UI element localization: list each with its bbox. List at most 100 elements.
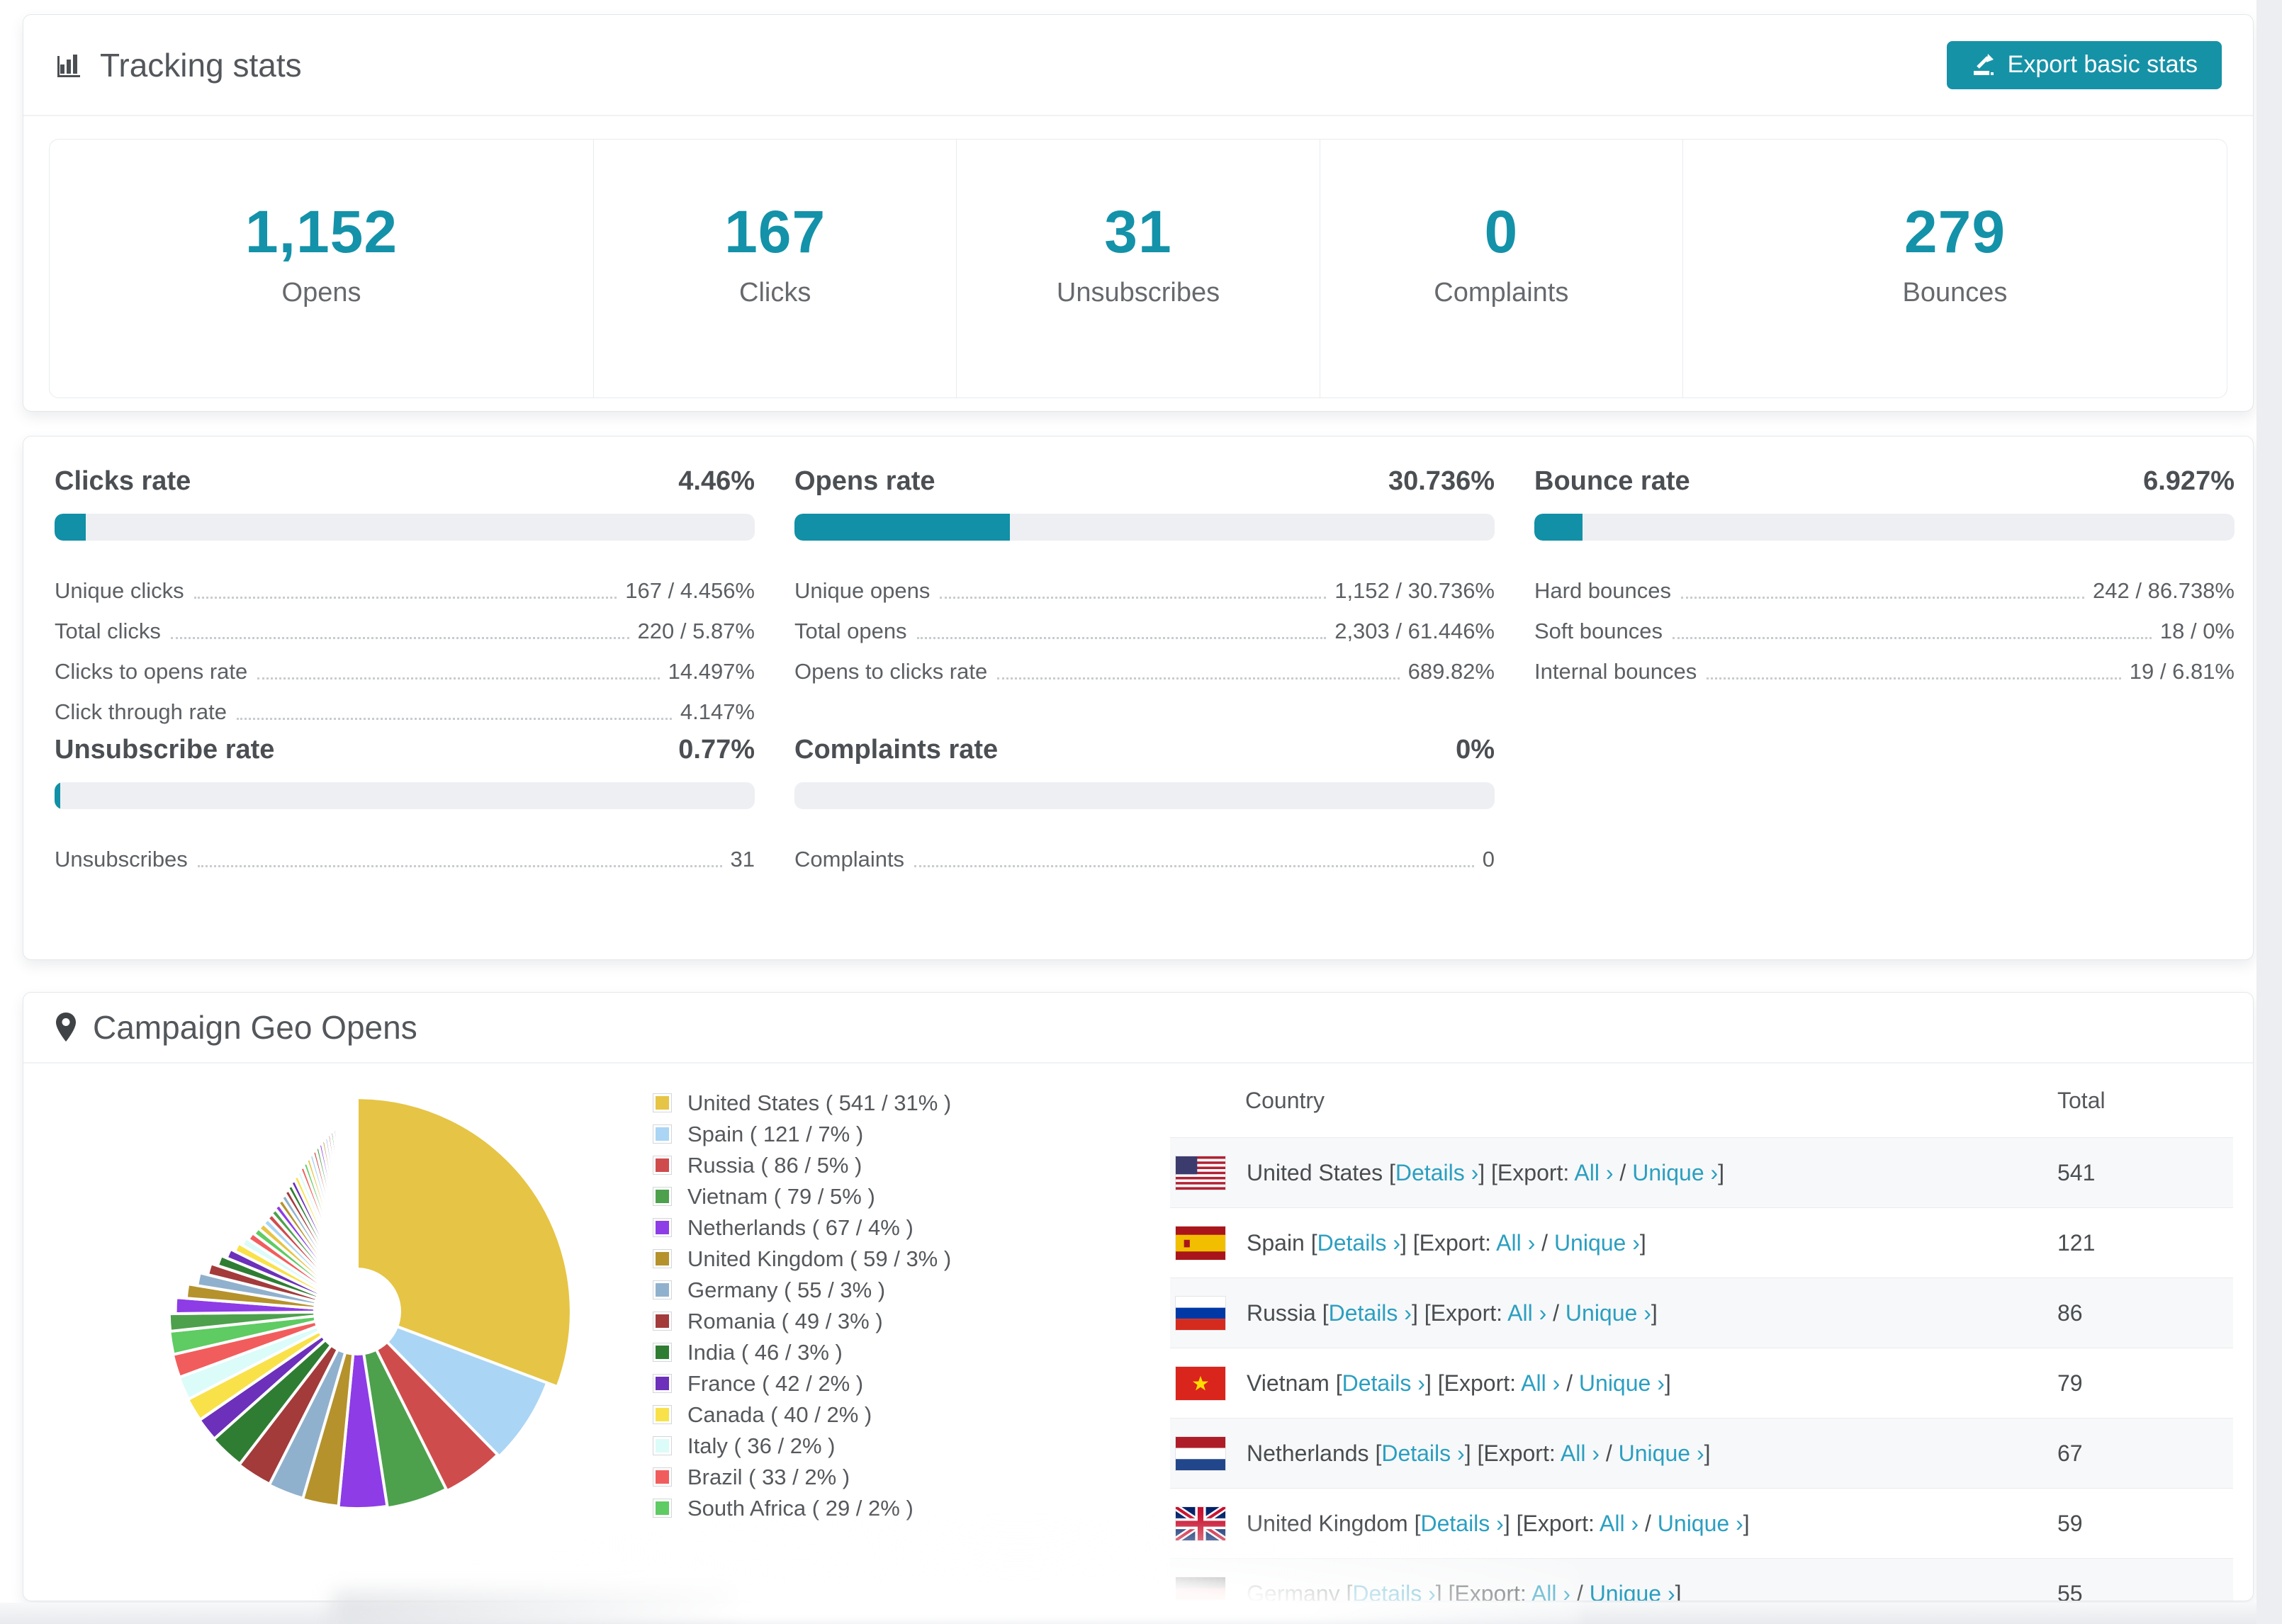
rate-value: 4.46% [678, 466, 755, 496]
flag-vn-icon [1176, 1366, 1225, 1400]
export-all-link[interactable]: All › [1561, 1440, 1600, 1466]
details-link[interactable]: Details › [1342, 1370, 1425, 1396]
legend-swatch [653, 1156, 672, 1175]
geo-table-row-ru: Russia [Details ›] [Export: All › / Uniq… [1170, 1278, 2233, 1348]
flag-gb-icon [1176, 1506, 1225, 1540]
dotted-leader [916, 637, 1327, 639]
details-link[interactable]: Details › [1381, 1440, 1464, 1466]
details-link[interactable]: Details › [1352, 1581, 1435, 1601]
export-unique-link[interactable]: Unique › [1566, 1300, 1651, 1326]
rate-value: 0% [1456, 735, 1495, 765]
legend-swatch [653, 1218, 672, 1237]
total-cell: 79 [2057, 1370, 2083, 1396]
campaign-geo-opens-card: Campaign Geo Opens United States ( 541 /… [23, 992, 2254, 1601]
rate-title: Complaints rate [794, 735, 999, 765]
rate-progress-bar [794, 782, 1495, 809]
rate-row-value: 2,303 / 61.446% [1334, 619, 1495, 643]
legend-label: Vietnam ( 79 / 5% ) [687, 1183, 875, 1209]
stat-label: Opens [281, 278, 361, 308]
pie-legend: United States ( 541 / 31% ) Spain ( 121 … [653, 1090, 951, 1530]
stat-box-clicks: 167 Clicks [593, 140, 956, 397]
rate-progress-fill [1534, 514, 1583, 541]
legend-swatch [653, 1436, 672, 1455]
rate-block-opens-rate: Opens rate 30.736% Unique opens 1,152 / … [794, 466, 1495, 725]
export-unique-link[interactable]: Unique › [1619, 1440, 1704, 1466]
rate-progress-bar [794, 514, 1495, 541]
dotted-leader [997, 677, 1400, 680]
legend-label: Canada ( 40 / 2% ) [687, 1402, 872, 1427]
rate-row: Opens to clicks rate 689.82% [794, 644, 1495, 684]
rate-row-label: Unique opens [794, 578, 931, 603]
export-unique-link[interactable]: Unique › [1579, 1370, 1665, 1396]
rate-row: Unique opens 1,152 / 30.736% [794, 563, 1495, 604]
details-link[interactable]: Details › [1420, 1511, 1503, 1536]
rate-row-value: 0 [1482, 847, 1495, 872]
export-basic-stats-button[interactable]: Export basic stats [1946, 40, 2222, 89]
rate-row-value: 242 / 86.738% [2093, 578, 2235, 603]
dotted-leader [257, 677, 660, 680]
export-all-link[interactable]: All › [1600, 1511, 1639, 1536]
browser-scrollbar[interactable] [2256, 0, 2282, 1624]
blur-artifact [333, 1593, 737, 1624]
rate-row-label: Total clicks [55, 619, 161, 643]
legend-item-canada: Canada ( 40 / 2% ) [653, 1402, 951, 1427]
details-link[interactable]: Details › [1329, 1300, 1412, 1326]
details-link[interactable]: Details › [1317, 1230, 1400, 1256]
geo-opens-pie-chart [167, 1096, 573, 1511]
rate-row: Total opens 2,303 / 61.446% [794, 604, 1495, 644]
dotted-leader [940, 597, 1327, 599]
export-unique-link[interactable]: Unique › [1658, 1511, 1743, 1536]
rate-progress-fill [794, 514, 1010, 541]
rate-block-complaints-rate: Complaints rate 0% Complaints 0 [794, 735, 1495, 872]
geo-opens-table: Country Total United States [Details ›] … [1170, 1064, 2233, 1601]
column-header-total: Total [2057, 1087, 2106, 1113]
rate-row-label: Clicks to opens rate [55, 659, 248, 684]
rate-row: Unique clicks 167 / 4.456% [55, 563, 755, 604]
legend-swatch [653, 1405, 672, 1424]
rate-row-label: Complaints [794, 847, 905, 872]
dotted-leader [197, 865, 722, 867]
export-unique-link[interactable]: Unique › [1590, 1581, 1675, 1601]
rate-row-label: Hard bounces [1534, 578, 1672, 603]
export-all-link[interactable]: All › [1507, 1300, 1546, 1326]
rate-row-label: Unique clicks [55, 578, 184, 603]
stat-box-unsubscribes: 31 Unsubscribes [956, 140, 1319, 397]
legend-label: France ( 42 / 2% ) [687, 1370, 864, 1396]
geo-table-row-gb: United Kingdom [Details ›] [Export: All … [1170, 1488, 2233, 1558]
rate-row: Total clicks 220 / 5.87% [55, 604, 755, 644]
bar-chart-icon [55, 50, 84, 80]
rate-row-value: 220 / 5.87% [637, 619, 755, 643]
dotted-leader [1681, 597, 2085, 599]
rate-block-unsubscribe-rate: Unsubscribe rate 0.77% Unsubscribes 31 [55, 735, 755, 872]
export-all-link[interactable]: All › [1496, 1230, 1535, 1256]
legend-swatch [653, 1312, 672, 1331]
total-cell: 55 [2057, 1580, 2083, 1601]
stat-label: Clicks [739, 278, 811, 308]
legend-label: Spain ( 121 / 7% ) [687, 1121, 864, 1146]
total-cell: 121 [2057, 1229, 2096, 1256]
export-all-link[interactable]: All › [1531, 1581, 1570, 1601]
export-all-link[interactable]: All › [1574, 1160, 1613, 1185]
geo-table-row-nl: Netherlands [Details ›] [Export: All › /… [1170, 1418, 2233, 1488]
column-header-country: Country [1245, 1087, 1325, 1113]
stat-box-opens: 1,152 Opens [50, 140, 593, 397]
geo-title: Campaign Geo Opens [93, 1009, 417, 1046]
dotted-leader [236, 718, 672, 720]
dotted-leader [1672, 637, 2152, 639]
legend-swatch [653, 1124, 672, 1144]
legend-label: Brazil ( 33 / 2% ) [687, 1464, 850, 1489]
rate-row-label: Total opens [794, 619, 907, 643]
legend-label: India ( 46 / 3% ) [687, 1339, 843, 1365]
flag-us-icon [1176, 1156, 1225, 1190]
legend-label: South Africa ( 29 / 2% ) [687, 1495, 914, 1521]
details-link[interactable]: Details › [1395, 1160, 1478, 1185]
legend-item-united-states: United States ( 541 / 31% ) [653, 1090, 951, 1115]
export-all-link[interactable]: All › [1521, 1370, 1560, 1396]
rate-row-label: Soft bounces [1534, 619, 1663, 643]
export-unique-link[interactable]: Unique › [1632, 1160, 1718, 1185]
rates-card: Clicks rate 4.46% Unique clicks 167 / 4.… [23, 436, 2254, 960]
export-unique-link[interactable]: Unique › [1554, 1230, 1640, 1256]
rate-row-label: Opens to clicks rate [794, 659, 988, 684]
country-cell: Vietnam [Details ›] [Export: All › / Uni… [1247, 1370, 1671, 1396]
legend-item-spain: Spain ( 121 / 7% ) [653, 1121, 951, 1146]
